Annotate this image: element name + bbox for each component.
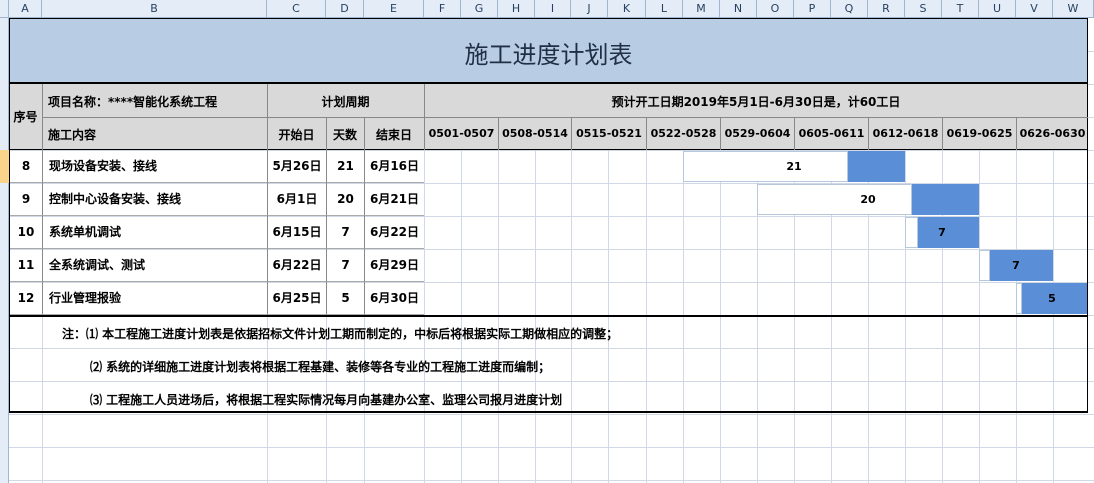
column-header-u[interactable]: U bbox=[979, 0, 1016, 18]
row-header-strip bbox=[0, 18, 9, 483]
column-header-k[interactable]: K bbox=[608, 0, 646, 18]
column-header-d[interactable]: D bbox=[326, 0, 364, 18]
column-header-o[interactable]: O bbox=[757, 0, 794, 18]
week-header: 0605-0611 bbox=[794, 117, 868, 150]
row-header-selected bbox=[0, 150, 9, 183]
column-header-i[interactable]: I bbox=[535, 0, 571, 18]
column-header-e[interactable]: E bbox=[364, 0, 424, 18]
days-header: 天数 bbox=[332, 128, 357, 142]
week-header: 0522-0528 bbox=[646, 117, 720, 150]
column-header-m[interactable]: M bbox=[683, 0, 720, 18]
plan-period-header: 计划周期 bbox=[321, 95, 370, 109]
week-header: 0626-0630 bbox=[1016, 117, 1088, 150]
column-header-q[interactable]: Q bbox=[831, 0, 868, 18]
content-header: 施工内容 bbox=[48, 128, 97, 142]
table-body-border bbox=[9, 150, 1088, 315]
gridline bbox=[9, 480, 1094, 481]
week-header: 0508-0514 bbox=[498, 117, 571, 150]
column-header-t[interactable]: T bbox=[942, 0, 979, 18]
column-header-s[interactable]: S bbox=[905, 0, 942, 18]
week-header: 0619-0625 bbox=[942, 117, 1016, 150]
column-header-l[interactable]: L bbox=[646, 0, 683, 18]
column-header-r[interactable]: R bbox=[868, 0, 905, 18]
week-header: 0515-0521 bbox=[571, 117, 646, 150]
column-header-v[interactable]: V bbox=[1016, 0, 1053, 18]
column-header-f[interactable]: F bbox=[424, 0, 461, 18]
column-header-b[interactable]: B bbox=[42, 0, 267, 18]
note-2: ⑵ 系统的详细施工进度计划表将根据工程基建、装修等各专业的工程施工进度而编制； bbox=[90, 360, 551, 374]
seq-header: 序号 bbox=[13, 110, 38, 124]
title-band: 施工进度计划表 bbox=[9, 18, 1088, 84]
column-header-w[interactable]: W bbox=[1053, 0, 1094, 18]
gridline bbox=[9, 414, 1094, 415]
project-name: 项目名称：****智能化系统工程 bbox=[48, 95, 218, 109]
column-header-n[interactable]: N bbox=[720, 0, 757, 18]
schedule-note: 预计开工日期2019年5月1日-6月30日是，计60工日 bbox=[611, 95, 901, 109]
week-header: 0529-0604 bbox=[720, 117, 794, 150]
column-header-j[interactable]: J bbox=[571, 0, 608, 18]
page-title: 施工进度计划表 bbox=[464, 41, 633, 69]
gridline bbox=[9, 447, 1094, 448]
start-header: 开始日 bbox=[278, 128, 315, 142]
column-header-a[interactable]: A bbox=[9, 0, 42, 18]
end-header: 结束日 bbox=[375, 128, 412, 142]
week-header: 0501-0507 bbox=[424, 117, 498, 150]
select-all-corner[interactable] bbox=[0, 0, 9, 18]
note-1: 注：⑴ 本工程施工进度计划表是依据招标文件计划工期而制定的，中标后将根据实际工期… bbox=[62, 327, 619, 341]
column-header-c[interactable]: C bbox=[267, 0, 326, 18]
column-header-g[interactable]: G bbox=[461, 0, 498, 18]
week-header: 0612-0618 bbox=[868, 117, 942, 150]
column-header-p[interactable]: P bbox=[794, 0, 831, 18]
column-header-h[interactable]: H bbox=[498, 0, 535, 18]
note-3: ⑶ 工程施工人员进场后，将根据工程实际情况每月向基建办公室、监理公司报月进度计划 bbox=[90, 393, 563, 407]
